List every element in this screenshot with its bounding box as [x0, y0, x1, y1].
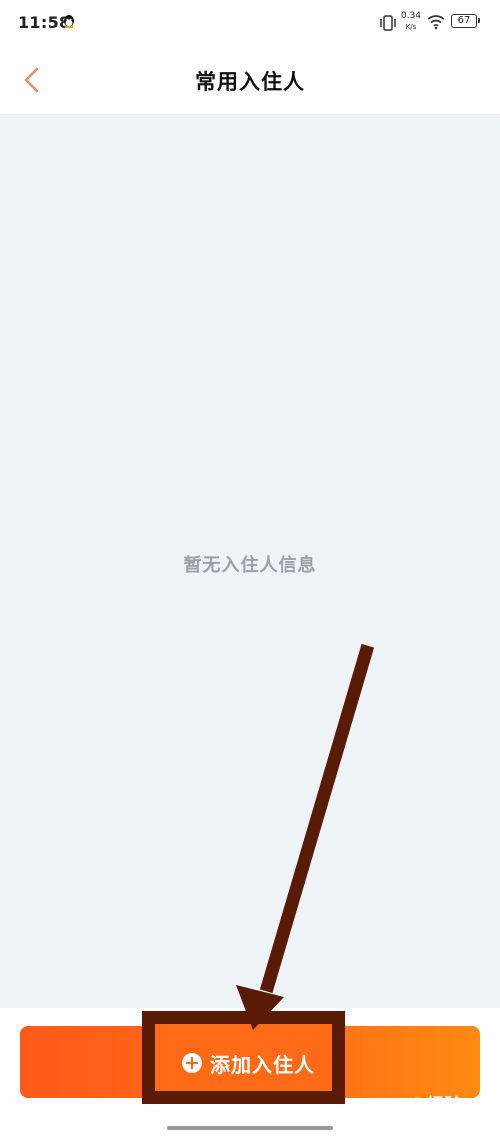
status-bar: 11:58 0.34 K/s 67 — [0, 0, 500, 46]
home-indicator[interactable] — [167, 1126, 333, 1130]
wifi-icon — [427, 15, 445, 30]
battery-icon: 67 — [451, 14, 480, 28]
network-speed-unit: K/s — [405, 23, 417, 31]
watermark-logo: Bai 经验 — [388, 1095, 463, 1116]
qq-icon — [64, 15, 74, 28]
nav-bar: 常用入住人 — [0, 46, 500, 115]
add-guest-button-content[interactable]: 添加入住人 — [182, 1038, 315, 1088]
vibrate-icon — [380, 15, 396, 31]
plus-circle-icon — [182, 1053, 202, 1073]
page-title: 常用入住人 — [195, 70, 305, 94]
add-guest-label: 添加入住人 — [210, 1052, 315, 1077]
network-speed-value: 0.34 — [400, 11, 422, 21]
empty-state-message: 暂无入住人信息 — [183, 555, 317, 576]
guest-list-area: 暂无入住人信息 — [0, 115, 500, 1008]
battery-level: 67 — [457, 15, 471, 26]
network-speed: 0.34 K/s — [400, 11, 422, 33]
